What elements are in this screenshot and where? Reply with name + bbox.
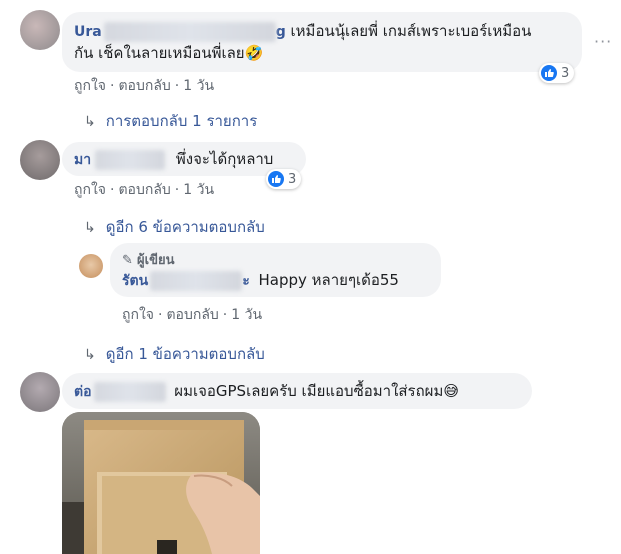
commenter-name-tail[interactable]: g [276,24,286,40]
photo-image [62,412,260,554]
like-icon [268,171,284,187]
reply-author-name-tail[interactable]: ะ [242,273,250,289]
view-more-replies-link[interactable]: ↳ ดูอีก 1 ข้อความตอบกลับ [84,342,265,366]
reply-link[interactable]: ตอบกลับ [166,307,218,323]
blurred-name [103,21,276,42]
reply-text: Happy หลายๆเด้อ55 [258,271,399,289]
reply-arrow-icon: ↳ [84,347,96,363]
more-options-icon[interactable]: ··· [594,32,612,51]
like-link[interactable]: ถูกใจ [74,78,106,94]
commenter-avatar[interactable] [20,372,60,412]
comment-bubble: Ura g เหมือนนุ้เลยพี่ เกมส์เพราะเบอร์เหมื… [62,12,582,72]
reply-link[interactable]: ตอบกลับ [118,78,170,94]
timestamp[interactable]: 1 วัน [231,307,262,323]
comment-photo[interactable] [62,412,260,554]
commenter-name[interactable]: Ura [74,24,102,40]
reply-arrow-icon: ↳ [84,114,96,130]
reaction-count[interactable]: 3 [539,63,575,83]
reply-link[interactable]: ตอบกลับ [118,182,170,198]
comment-text: ผมเจอGPSเลยครับ เมียแอบซื้อมาใส่รถผม😅 [174,382,459,400]
reaction-count[interactable]: 3 [266,169,302,189]
commenter-name[interactable]: มา [74,152,91,168]
like-link[interactable]: ถูกใจ [122,307,154,323]
comment-text: เหมือนนุ้เลยพี่ เกมส์เพราะเบอร์เหมือน [290,22,532,40]
timestamp[interactable]: 1 วัน [183,78,214,94]
comment-bubble: ต่อ ผมเจอGPSเลยครับ เมียแอบซื้อมาใส่รถผม… [62,373,532,409]
comment-text: พึ่งจะได้กุหลาบ [175,150,274,168]
reply-author-name[interactable]: รัตน [122,273,148,289]
reply-actions: ถูกใจ · ตอบกลับ · 1 วัน [122,307,263,323]
like-icon [541,65,557,81]
reply-bubble: ✎ ผู้เขียน รัตน ะ Happy หลายๆเด้อ55 [110,243,441,297]
comment-actions: ถูกใจ · ตอบกลับ · 1 วัน [74,182,215,198]
view-more-replies-link[interactable]: ↳ ดูอีก 6 ข้อความตอบกลับ [84,215,265,239]
commenter-name[interactable]: ต่อ [74,384,92,400]
comment-text-line2: กัน เช็คในลายเหมือนพี่เลย🤣 [74,44,264,62]
timestamp[interactable]: 1 วัน [183,182,214,198]
comment-actions: ถูกใจ · ตอบกลับ · 1 วัน [74,78,215,94]
view-replies-link[interactable]: ↳ การตอบกลับ 1 รายการ [84,109,257,133]
reply-arrow-icon: ↳ [84,220,96,236]
commenter-avatar[interactable] [20,10,60,50]
like-link[interactable]: ถูกใจ [74,182,106,198]
commenter-avatar[interactable] [20,140,60,180]
reply-author-avatar[interactable] [79,254,103,278]
blurred-name [93,381,166,402]
blurred-name [150,270,243,291]
author-badge: ผู้เขียน [137,253,175,268]
blurred-name [95,149,166,170]
pencil-icon: ✎ [122,253,133,268]
